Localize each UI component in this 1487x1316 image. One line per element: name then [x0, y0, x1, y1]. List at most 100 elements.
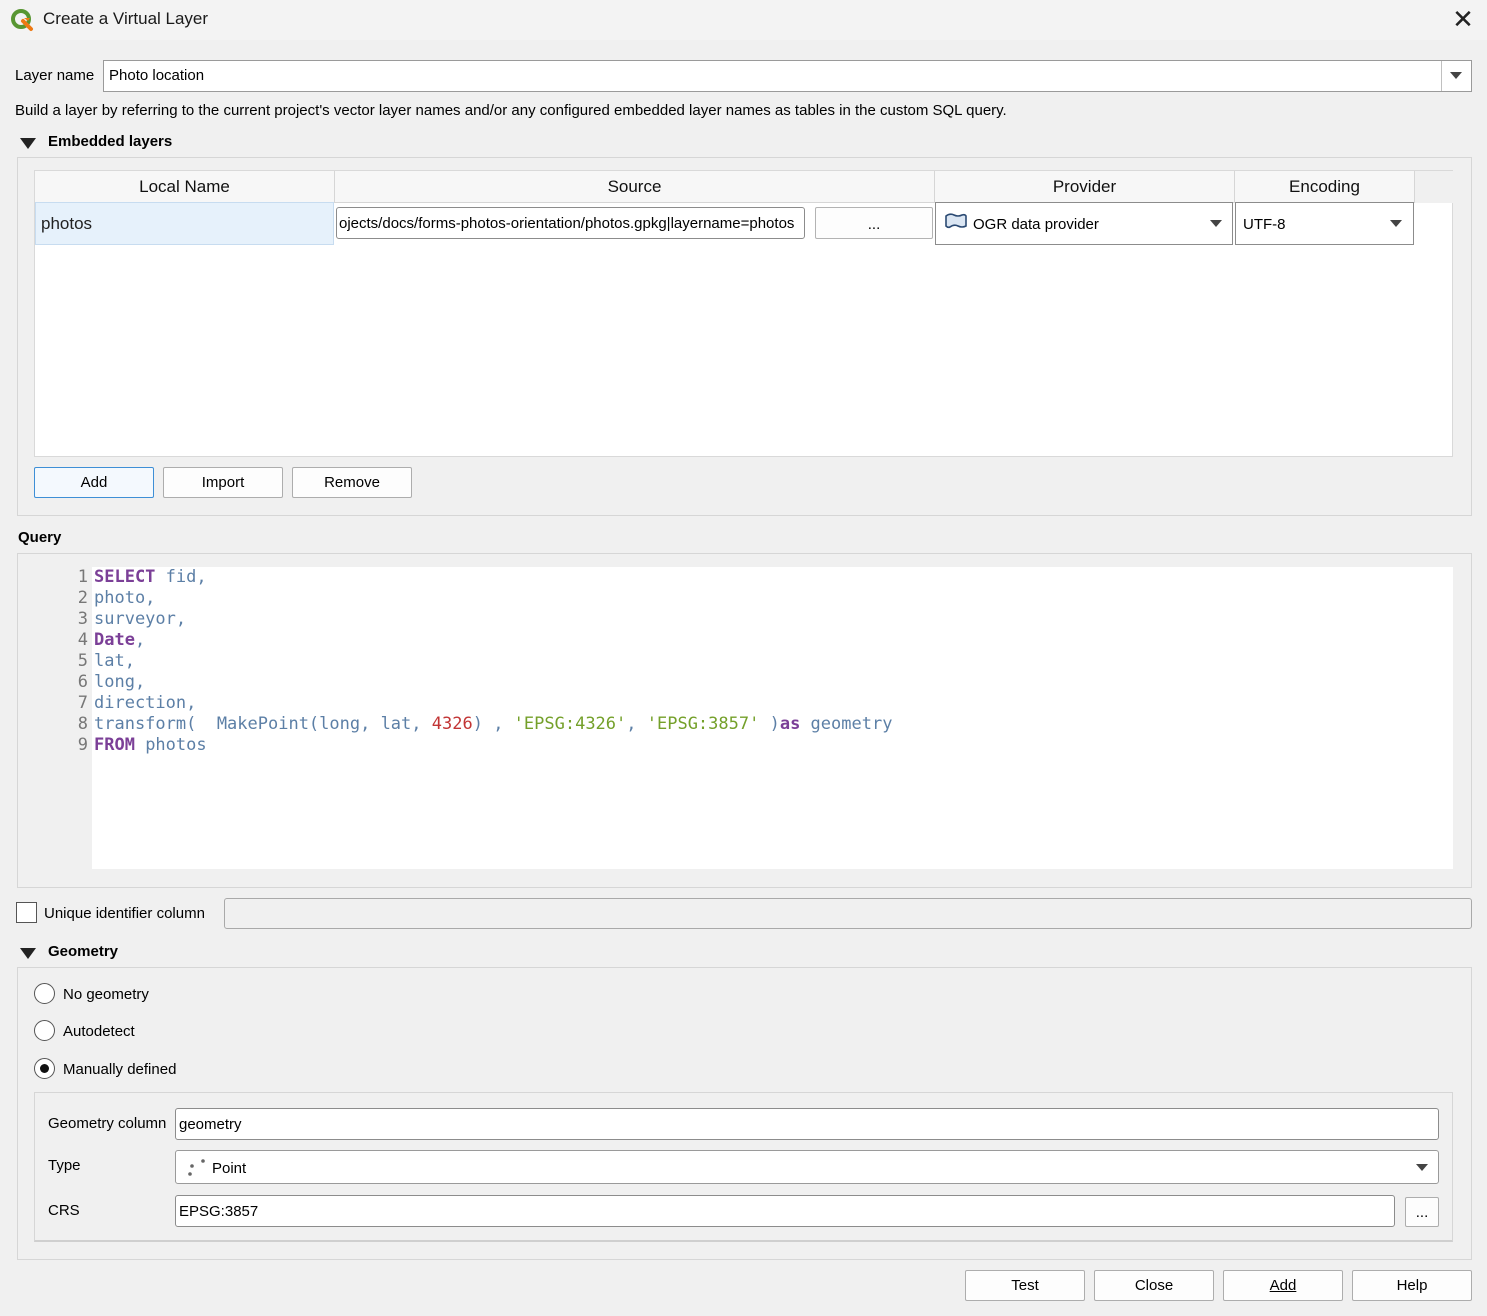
radio-selected-dot [40, 1064, 49, 1073]
code-line: SELECT fid, [94, 567, 207, 587]
line-number: 4 [77, 630, 88, 650]
sql-keyword: as [779, 714, 801, 734]
geometry-column-value[interactable]: geometry [179, 1116, 242, 1133]
line-number: 8 [77, 714, 88, 734]
layer-name-label: Layer name [15, 67, 95, 84]
embedded-layers-table[interactable]: Local Name Source Provider Encoding phot… [34, 170, 1454, 457]
geometry-title[interactable]: Geometry [48, 943, 118, 960]
code-line: surveyor, [94, 609, 186, 629]
header-filler [1415, 171, 1454, 203]
browse-source-button[interactable]: ... [815, 207, 933, 239]
autodetect-radio[interactable] [34, 1020, 55, 1041]
collapse-toggle-icon[interactable] [20, 138, 36, 149]
layer-name-combo[interactable]: Photo location [103, 60, 1472, 92]
geometry-type-combo[interactable]: Point [175, 1150, 1439, 1184]
sql-text: long, [94, 672, 146, 692]
title-bar [0, 0, 1487, 40]
test-button[interactable]: Test [965, 1270, 1085, 1301]
provider-value: OGR data provider [973, 216, 1099, 233]
sql-text: , [134, 630, 146, 650]
chevron-down-icon [1416, 1164, 1428, 1171]
unique-identifier-label[interactable]: Unique identifier column [44, 905, 205, 922]
encoding-combo[interactable]: UTF-8 [1235, 202, 1414, 245]
line-number: 7 [77, 693, 88, 713]
chevron-down-icon [1390, 220, 1402, 227]
sql-keyword: SELECT [94, 567, 156, 587]
layer-name-dropdown-button[interactable] [1441, 61, 1471, 91]
line-number: 5 [77, 651, 88, 671]
add-layer-button[interactable]: Add [34, 467, 154, 498]
code-line: FROM photos [94, 735, 207, 755]
sql-text: ) , [472, 714, 514, 734]
sql-string: 'EPSG:3857' [646, 714, 760, 734]
remove-layer-button[interactable]: Remove [292, 467, 412, 498]
sql-text: fid, [155, 567, 207, 587]
column-header-source[interactable]: Source [335, 171, 935, 203]
no-geometry-radio[interactable] [34, 983, 55, 1004]
crs-value[interactable]: EPSG:3857 [179, 1203, 258, 1220]
local-name-value[interactable]: photos [41, 214, 92, 234]
line-number-gutter: 1 2 3 4 5 6 7 8 9 [34, 567, 92, 869]
code-line: photo, [94, 588, 155, 608]
line-number: 6 [77, 672, 88, 692]
line-number: 3 [77, 609, 88, 629]
manually-defined-radio[interactable] [34, 1058, 55, 1079]
provider-combo[interactable]: OGR data provider [935, 202, 1233, 245]
sql-text: transform( MakePoint(long, lat, [94, 714, 432, 734]
type-label: Type [48, 1157, 81, 1174]
chevron-down-icon [1450, 72, 1462, 79]
window-title: Create a Virtual Layer [43, 9, 209, 28]
column-header-local-name[interactable]: Local Name [35, 171, 335, 203]
sql-text: photo, [94, 588, 156, 608]
query-title: Query [18, 529, 62, 546]
code-line: transform( MakePoint(long, lat, 4326) , … [94, 714, 892, 734]
geometry-type-value: Point [212, 1160, 247, 1177]
encoding-value: UTF-8 [1243, 216, 1286, 233]
sql-text: geometry [800, 714, 893, 734]
sql-text: , [626, 714, 647, 734]
import-layer-button[interactable]: Import [163, 467, 283, 498]
sql-string: 'EPSG:4326' [513, 714, 627, 734]
embedded-layers-title[interactable]: Embedded layers [48, 133, 172, 150]
help-button[interactable]: Help [1352, 1270, 1472, 1301]
code-line: lat, [94, 651, 135, 671]
crs-label: CRS [48, 1202, 80, 1219]
description-text: Build a layer by referring to the curren… [15, 102, 1007, 119]
sql-text: photos [134, 735, 207, 755]
geometry-column-label: Geometry column [48, 1115, 167, 1132]
unique-identifier-input[interactable] [224, 898, 1472, 929]
unique-identifier-checkbox[interactable] [16, 902, 37, 923]
line-number: 9 [77, 735, 88, 755]
manually-defined-label[interactable]: Manually defined [63, 1061, 176, 1078]
code-line: long, [94, 672, 145, 692]
column-header-provider[interactable]: Provider [935, 171, 1235, 203]
local-name-cell[interactable]: photos [35, 202, 334, 245]
sql-text: ) [759, 714, 780, 734]
ogr-provider-icon [945, 213, 967, 229]
crs-input[interactable]: EPSG:3857 [175, 1195, 1395, 1227]
line-number: 2 [77, 588, 88, 608]
sql-editor[interactable]: SELECT fid, photo, surveyor, Date, lat, … [92, 567, 1453, 869]
sql-text: lat, [94, 651, 135, 671]
no-geometry-label[interactable]: No geometry [63, 986, 149, 1003]
chevron-down-icon [1210, 220, 1222, 227]
sql-text: surveyor, [94, 609, 187, 629]
source-value[interactable]: ojects/docs/forms-photos-orientation/pho… [339, 215, 794, 232]
point-geometry-icon [188, 1159, 205, 1176]
sql-text: direction, [94, 693, 197, 713]
close-button[interactable]: Close [1094, 1270, 1214, 1301]
column-header-encoding[interactable]: Encoding [1235, 171, 1415, 203]
sql-keyword: FROM [94, 735, 135, 755]
source-input[interactable]: ojects/docs/forms-photos-orientation/pho… [336, 207, 805, 239]
sql-number: 4326 [431, 714, 473, 734]
layer-name-value[interactable]: Photo location [109, 67, 204, 84]
add-button[interactable]: Add [1223, 1270, 1343, 1301]
crs-select-button[interactable]: ... [1405, 1197, 1439, 1227]
code-line: direction, [94, 693, 196, 713]
code-line: Date, [94, 630, 145, 650]
autodetect-label[interactable]: Autodetect [63, 1023, 135, 1040]
sql-keyword: Date [94, 630, 135, 650]
collapse-toggle-icon[interactable] [20, 948, 36, 959]
geometry-column-input[interactable]: geometry [175, 1108, 1439, 1140]
close-icon[interactable]: ✕ [1449, 6, 1477, 34]
